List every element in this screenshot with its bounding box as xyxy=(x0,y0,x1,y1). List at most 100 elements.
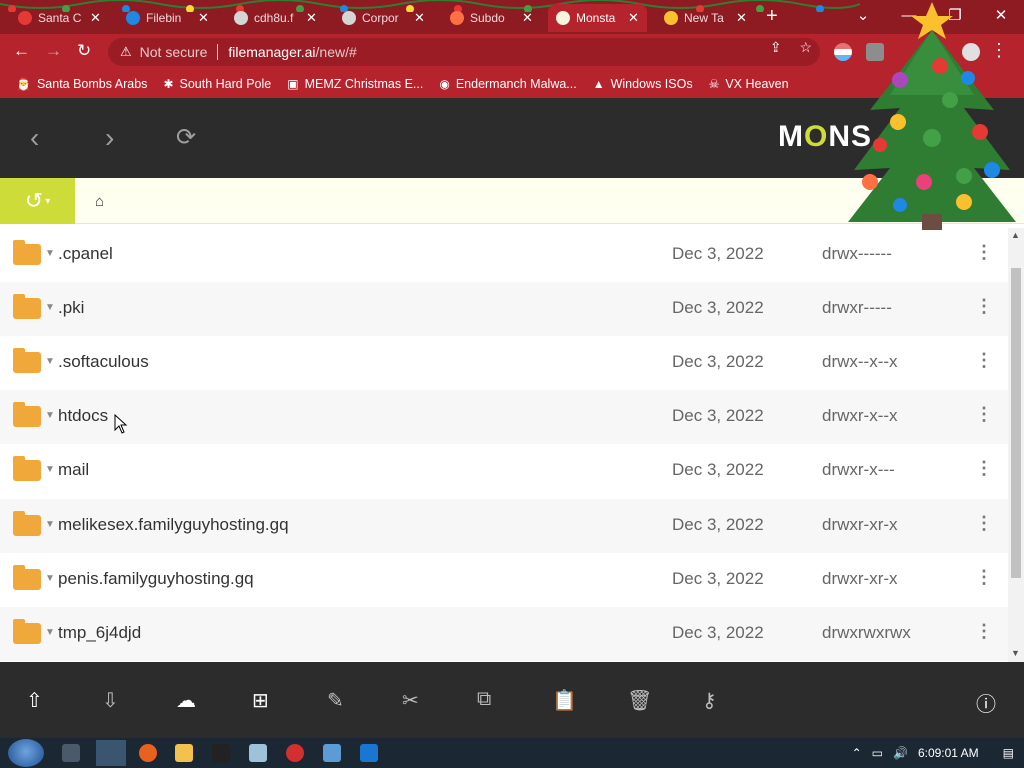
file-name[interactable]: penis.familyguyhosting.gq xyxy=(58,569,254,589)
browser-tab[interactable]: Corpor ✕ xyxy=(334,4,433,32)
table-row[interactable]: ▼ penis.familyguyhosting.gq Dec 3, 2022 … xyxy=(0,553,1008,607)
table-row[interactable]: ▼ .softaculous Dec 3, 2022 drwx--x--x ⋮ xyxy=(0,336,1008,390)
bookmark-item[interactable]: ✱ South Hard Pole xyxy=(163,77,271,91)
file-name[interactable]: melikesex.familyguyhosting.gq xyxy=(58,515,289,535)
volume-icon[interactable]: 🔊 xyxy=(893,746,908,760)
file-name[interactable]: mail xyxy=(58,460,89,480)
close-tab-icon[interactable]: ✕ xyxy=(414,10,425,26)
warning-icon[interactable]: ⚠ xyxy=(120,44,132,60)
app-taskbar-icon[interactable] xyxy=(249,744,267,762)
home-icon[interactable]: ⌂ xyxy=(95,193,104,210)
info-icon[interactable]: ⓘ xyxy=(976,688,996,717)
refresh-icon[interactable]: ⟳ xyxy=(176,124,196,152)
firefox-taskbar-icon[interactable] xyxy=(139,744,157,762)
more-options-icon[interactable]: ⋮ xyxy=(975,350,993,371)
start-button[interactable] xyxy=(8,739,44,767)
back-icon[interactable]: ← xyxy=(13,41,30,61)
notifications-icon[interactable]: ▤ xyxy=(1003,746,1014,760)
table-row[interactable]: ▼ .cpanel Dec 3, 2022 drwx------ ⋮ xyxy=(0,228,1008,282)
browser-tab[interactable]: Filebin ✕ xyxy=(118,4,217,32)
table-row[interactable]: ▼ mail Dec 3, 2022 drwxr-x--- ⋮ xyxy=(0,444,1008,498)
new-tab-button[interactable]: + xyxy=(766,5,778,28)
file-explorer-taskbar-icon[interactable] xyxy=(175,744,193,762)
clock[interactable]: 6:09:01 AM xyxy=(918,746,979,760)
bookmark-item[interactable]: ◉ Endermanch Malwa... xyxy=(439,77,576,91)
chrome-taskbar-icon[interactable] xyxy=(96,740,126,766)
app-taskbar-icon[interactable] xyxy=(286,744,304,762)
close-tab-icon[interactable]: ✕ xyxy=(306,10,317,26)
close-tab-icon[interactable]: ✕ xyxy=(198,10,209,26)
table-row[interactable]: ▼ tmp_6j4djd Dec 3, 2022 drwxrwxrwx ⋮ xyxy=(0,607,1008,661)
bookmark-item[interactable]: ▣ MEMZ Christmas E... xyxy=(287,77,423,91)
scrollbar[interactable]: ▲ ▼ xyxy=(1008,228,1024,662)
chevron-left-icon[interactable]: ‹ xyxy=(30,124,39,152)
more-options-icon[interactable]: ⋮ xyxy=(975,567,993,588)
more-options-icon[interactable]: ⋮ xyxy=(975,513,993,534)
browser-tab[interactable]: Subdo ✕ xyxy=(442,4,541,32)
key-permissions-icon[interactable]: ⚷ xyxy=(702,688,717,713)
chevron-up-icon[interactable]: ⌃ xyxy=(852,746,862,760)
close-tab-icon[interactable]: ✕ xyxy=(522,10,533,26)
history-button[interactable]: ↺ ▾ xyxy=(0,178,75,224)
bookmark-item[interactable]: ☠ VX Heaven xyxy=(709,77,789,91)
more-options-icon[interactable]: ⋮ xyxy=(975,621,993,642)
browser-tab[interactable]: Santa C ✕ xyxy=(10,4,109,32)
edit-icon[interactable]: ✎ xyxy=(327,688,344,713)
app-taskbar-icon[interactable] xyxy=(323,744,341,762)
caret-down-icon[interactable]: ▼ xyxy=(45,356,55,367)
caret-down-icon[interactable]: ▼ xyxy=(45,519,55,530)
caret-down-icon[interactable]: ▼ xyxy=(45,302,55,313)
browser-tab[interactable]: cdh8u.f ✕ xyxy=(226,4,325,32)
close-tab-icon[interactable]: ✕ xyxy=(736,10,747,26)
more-options-icon[interactable]: ⋮ xyxy=(975,242,993,263)
browser-tab[interactable]: New Ta ✕ xyxy=(656,4,755,32)
paste-icon[interactable]: 📋 xyxy=(552,688,577,713)
file-name[interactable]: .cpanel xyxy=(58,244,113,264)
upload-icon[interactable]: ⇧ xyxy=(26,688,43,713)
caret-down-icon[interactable]: ▼ xyxy=(45,464,55,475)
browser-tab-active[interactable]: Monsta ✕ xyxy=(548,4,647,32)
caret-down-icon[interactable]: ▼ xyxy=(45,627,55,638)
close-tab-icon[interactable]: ✕ xyxy=(90,10,101,26)
table-row[interactable]: ▼ melikesex.familyguyhosting.gq Dec 3, 2… xyxy=(0,499,1008,553)
folder-icon xyxy=(13,402,41,427)
download-icon[interactable]: ⇩ xyxy=(102,688,119,713)
cut-icon[interactable]: ✂ xyxy=(402,688,419,713)
app-taskbar-icon[interactable] xyxy=(360,744,378,762)
caret-down-icon[interactable]: ▼ xyxy=(45,573,55,584)
share-icon[interactable]: ⇪ xyxy=(770,39,782,55)
task-view-icon[interactable] xyxy=(62,744,80,762)
new-item-icon[interactable]: ⊞ xyxy=(252,688,269,713)
file-name[interactable]: tmp_6j4djd xyxy=(58,623,141,643)
scrollbar-thumb[interactable] xyxy=(1011,268,1021,578)
file-name[interactable]: htdocs xyxy=(58,406,108,426)
more-options-icon[interactable]: ⋮ xyxy=(975,458,993,479)
network-icon[interactable]: ▭ xyxy=(872,746,883,760)
table-row[interactable]: ▼ htdocs Dec 3, 2022 drwxr-x--x ⋮ xyxy=(0,390,1008,444)
security-label[interactable]: Not secure xyxy=(140,44,208,60)
caret-down-icon[interactable]: ▼ xyxy=(45,410,55,421)
forward-icon[interactable]: → xyxy=(45,41,62,61)
url-host[interactable]: filemanager.ai xyxy=(228,44,315,60)
christmas-tree-decoration xyxy=(848,2,1016,230)
delete-icon[interactable]: 🗑 xyxy=(627,688,652,713)
cloud-download-icon[interactable]: ☁ xyxy=(176,688,196,713)
bookmark-item[interactable]: ▲ Windows ISOs xyxy=(593,77,693,91)
table-row[interactable]: ▼ .pki Dec 3, 2022 drwxr----- ⋮ xyxy=(0,282,1008,336)
close-tab-icon[interactable]: ✕ xyxy=(628,10,639,26)
file-date: Dec 3, 2022 xyxy=(672,406,764,425)
file-name[interactable]: .pki xyxy=(58,298,84,318)
copy-icon[interactable]: ⧉ xyxy=(477,688,491,711)
file-name[interactable]: .softaculous xyxy=(58,352,149,372)
more-options-icon[interactable]: ⋮ xyxy=(975,404,993,425)
bookmark-item[interactable]: 🎅 Santa Bombs Arabs xyxy=(16,77,147,91)
more-options-icon[interactable]: ⋮ xyxy=(975,296,993,317)
address-bar[interactable]: ⚠ Not secure filemanager.ai /new/# xyxy=(108,38,820,66)
url-path[interactable]: /new/# xyxy=(316,44,357,60)
caret-down-icon[interactable]: ▼ xyxy=(45,248,55,259)
7zip-taskbar-icon[interactable] xyxy=(212,744,230,762)
bookmark-star-icon[interactable]: ☆ xyxy=(799,39,812,55)
scroll-down-icon[interactable]: ▼ xyxy=(1011,648,1020,658)
chevron-right-icon[interactable]: › xyxy=(105,124,114,152)
reload-icon[interactable]: ↻ xyxy=(77,41,91,61)
